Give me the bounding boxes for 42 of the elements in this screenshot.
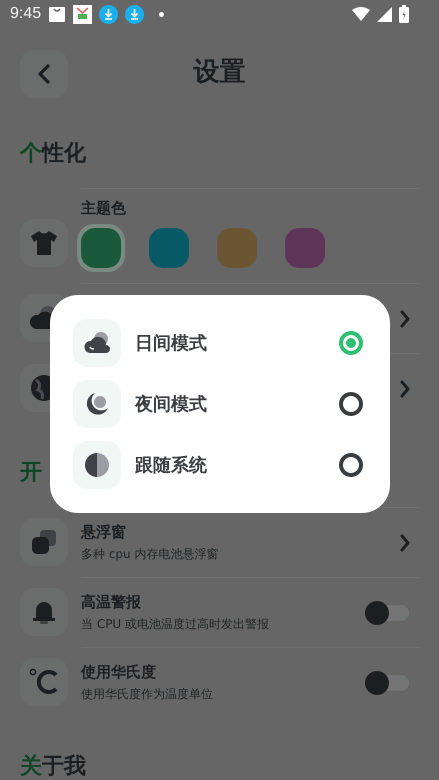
option-label: 夜间模式	[135, 393, 208, 416]
back-button[interactable]	[20, 50, 68, 98]
celsius-icon	[29, 668, 59, 696]
theme-mode-option[interactable]: 跟随系统	[73, 441, 367, 489]
shirt-icon	[30, 230, 58, 256]
bell-icon	[31, 599, 57, 625]
setting-description: 使用华氏度作为温度单位	[81, 686, 214, 703]
setting-title: 悬浮窗	[81, 522, 127, 542]
half-circle-icon	[84, 452, 110, 478]
download-icon	[125, 4, 144, 24]
download-icon	[99, 4, 118, 24]
stacked-squares-icon	[31, 529, 57, 555]
chevron-right-icon[interactable]	[399, 308, 411, 328]
signal-icon	[377, 6, 392, 22]
cloud-icon	[83, 331, 111, 355]
radio-button[interactable]	[339, 331, 363, 355]
setting-description: 多种 cpu 内存电池悬浮窗	[81, 546, 220, 563]
chevron-right-icon[interactable]	[399, 532, 411, 552]
option-label: 日间模式	[135, 332, 208, 355]
setting-title: 高温警报	[81, 592, 142, 612]
setting-description: 当 CPU 或电池温度过高时发出警报	[81, 616, 270, 633]
theme-mode-option[interactable]: 夜间模式	[73, 380, 367, 428]
chevron-right-icon[interactable]	[399, 378, 411, 398]
section-title: 性化	[42, 140, 86, 168]
radio-button[interactable]	[339, 392, 363, 416]
option-label: 跟随系统	[135, 454, 208, 477]
back-icon	[37, 64, 51, 84]
section-title-accent: 开	[20, 459, 42, 487]
page-title: 设置	[194, 56, 246, 89]
radio-button[interactable]	[339, 453, 363, 477]
section-title: 于我	[42, 753, 86, 780]
bag-icon	[48, 5, 66, 23]
app-icon	[73, 4, 92, 24]
battery-icon	[399, 5, 409, 23]
setting-title: 使用华氏度	[81, 662, 157, 682]
theme-mode-option[interactable]: 日间模式	[73, 319, 367, 367]
setting-title: 主题色	[81, 198, 126, 218]
section-title-accent: 个	[20, 140, 42, 168]
wifi-icon	[352, 7, 370, 21]
section-title-accent: 关	[20, 753, 42, 780]
notification-dot-icon	[159, 12, 164, 16]
status-time: 9:45	[10, 5, 42, 23]
